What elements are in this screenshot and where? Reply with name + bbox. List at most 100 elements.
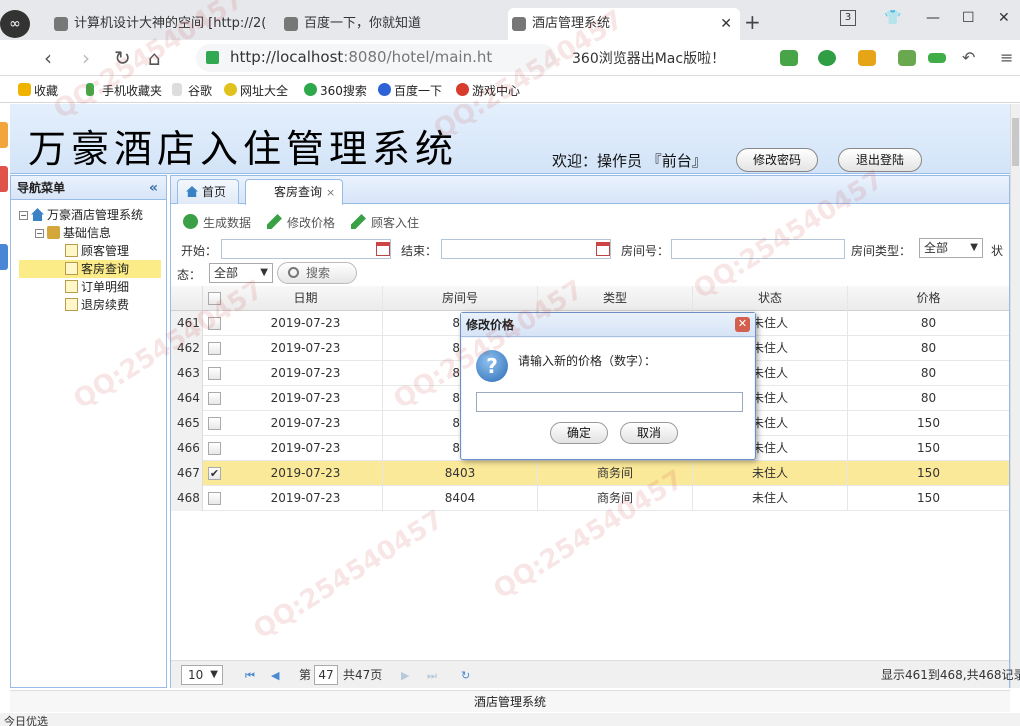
row-number: 463 xyxy=(171,361,203,386)
row-number: 462 xyxy=(171,336,203,361)
bookmark-baidu[interactable]: 百度一下 xyxy=(378,82,442,99)
tab-favicon-icon xyxy=(284,17,298,31)
row-checkbox[interactable] xyxy=(208,442,221,455)
bookmark-games[interactable]: 游戏中心 xyxy=(456,82,520,99)
last-page-icon[interactable]: ⏭ xyxy=(427,669,437,683)
collapse-icon[interactable]: « xyxy=(149,176,158,200)
bookmark-favorites[interactable]: 收藏 xyxy=(18,82,58,99)
browser-tab-1[interactable]: 计算机设计大神的空间 [http://2( xyxy=(50,8,272,40)
bookmark-google[interactable]: 谷歌 xyxy=(172,82,212,99)
prev-page-icon[interactable]: ◀ xyxy=(271,669,279,682)
bookmark-hao[interactable]: 网址大全 xyxy=(224,82,288,99)
tab-close-icon[interactable]: × xyxy=(326,186,335,199)
room-number-input[interactable] xyxy=(671,239,845,259)
scrollbar-thumb[interactable] xyxy=(1012,118,1019,166)
new-price-input[interactable] xyxy=(476,392,743,412)
tab-close-icon[interactable]: ✕ xyxy=(720,8,732,40)
battery-icon[interactable] xyxy=(928,53,946,63)
menu-icon[interactable]: ≡ xyxy=(1000,48,1013,67)
page-size-select[interactable]: 10 ▼ xyxy=(181,665,223,685)
column-header-date[interactable]: 日期 xyxy=(229,286,383,311)
row-checkbox[interactable] xyxy=(208,492,221,505)
forward-icon[interactable]: › xyxy=(82,46,90,70)
question-icon: ? xyxy=(476,350,508,382)
folder-icon xyxy=(47,226,60,239)
strip-tab[interactable] xyxy=(0,166,8,192)
undo-icon[interactable]: ↶ xyxy=(962,48,975,67)
bookmark-mobile[interactable]: 手机收藏夹 xyxy=(86,82,162,99)
bookmark-360search[interactable]: 360搜索 xyxy=(304,82,367,99)
sidebar-item-customers[interactable]: 顾客管理 xyxy=(65,242,161,260)
row-checkbox[interactable] xyxy=(208,367,221,380)
row-checkbox[interactable] xyxy=(208,317,221,330)
browser-tab-2[interactable]: 百度一下，你就知道 xyxy=(280,8,502,40)
column-header-status[interactable]: 状态 xyxy=(693,286,848,311)
strip-tab[interactable] xyxy=(0,244,8,270)
browser-tab-3[interactable]: 酒店管理系统 ✕ xyxy=(508,8,740,40)
search-button[interactable]: 搜索 xyxy=(277,262,357,284)
translate-icon[interactable] xyxy=(818,50,836,66)
ok-button[interactable]: 确定 xyxy=(550,422,608,444)
sidebar-item-checkout[interactable]: 退房续费 xyxy=(65,296,161,314)
tab-count-badge[interactable]: 3 xyxy=(840,10,856,26)
sidebar-item-room-query[interactable]: 客房查询 xyxy=(19,260,161,278)
generate-data-button[interactable]: 生成数据 xyxy=(183,214,251,231)
shield-icon[interactable] xyxy=(858,50,876,66)
first-page-icon[interactable]: ⏮ xyxy=(245,669,255,683)
home-icon[interactable]: ⌂ xyxy=(148,46,161,70)
checkin-button[interactable]: 顾客入住 xyxy=(351,214,419,231)
end-date-input[interactable] xyxy=(441,239,611,259)
dialog-message: 请输入新的价格（数字）： xyxy=(518,354,657,368)
row-checkbox[interactable] xyxy=(208,342,221,355)
cell-type: 商务间 xyxy=(538,486,693,511)
apps-icon[interactable] xyxy=(898,50,916,66)
browser-nav-bar: ‹ › ↻ ⌂ http://localhost:8080/hotel/main… xyxy=(0,40,1020,76)
maximize-icon[interactable]: ☐ xyxy=(962,10,975,26)
grid-header: 日期 房间号 类型 状态 价格 xyxy=(171,286,1009,311)
row-checkbox[interactable] xyxy=(208,417,221,430)
shirt-icon[interactable]: 👕 xyxy=(884,10,901,26)
tab-home[interactable]: 首页 xyxy=(177,179,239,204)
change-password-button[interactable]: 修改密码 xyxy=(736,148,818,172)
page-scrollbar[interactable] xyxy=(1010,104,1020,688)
tree-root[interactable]: − 万豪酒店管理系统 xyxy=(19,206,143,224)
address-bar[interactable]: http://localhost:8080/hotel/main.ht xyxy=(196,44,556,72)
row-checkbox[interactable]: ✔ xyxy=(208,467,221,480)
minimize-icon[interactable]: — xyxy=(926,10,940,26)
cell-price: 80 xyxy=(920,316,937,330)
calendar-icon[interactable] xyxy=(376,242,390,256)
back-icon[interactable]: ‹ xyxy=(44,46,52,70)
page-number-input[interactable]: 47 xyxy=(314,665,338,685)
tree-toggle-icon[interactable]: − xyxy=(19,211,28,220)
edit-price-button[interactable]: 修改价格 xyxy=(267,214,335,231)
tab-room-query[interactable]: 客房查询 × xyxy=(245,179,343,205)
strip-tab[interactable] xyxy=(0,122,8,148)
end-label: 结束： xyxy=(401,244,438,258)
logout-button[interactable]: 退出登陆 xyxy=(838,148,922,172)
tree-group[interactable]: − 基础信息 xyxy=(35,224,111,242)
column-header-type[interactable]: 类型 xyxy=(538,286,693,311)
column-header-price[interactable]: 价格 xyxy=(848,286,1009,311)
scissors-icon[interactable] xyxy=(780,50,798,66)
column-header-room[interactable]: 房间号 xyxy=(383,286,538,311)
tree-toggle-icon[interactable]: − xyxy=(35,229,44,238)
refresh-icon[interactable]: ↻ xyxy=(461,669,470,682)
select-all-checkbox[interactable] xyxy=(208,292,221,305)
close-icon[interactable]: ✕ xyxy=(735,317,750,332)
next-page-icon[interactable]: ▶ xyxy=(401,669,409,682)
cancel-button[interactable]: 取消 xyxy=(620,422,678,444)
close-window-icon[interactable]: ✕ xyxy=(998,10,1010,26)
table-row[interactable]: 468 2019-07-23 8404 商务间 未住人 150 xyxy=(171,486,1009,511)
status-select[interactable]: 全部 ▼ xyxy=(209,263,273,283)
reload-icon[interactable]: ↻ xyxy=(114,46,131,70)
row-checkbox[interactable] xyxy=(208,392,221,405)
promo-text[interactable]: 360浏览器出Mac版啦！ xyxy=(572,48,725,68)
url-text: http://localhost:8080/hotel/main.ht xyxy=(230,48,492,66)
new-tab-icon[interactable]: + xyxy=(744,10,761,34)
sidebar-item-orders[interactable]: 订单明细 xyxy=(65,278,161,296)
calendar-icon[interactable] xyxy=(596,242,610,256)
table-row[interactable]: 467 ✔ 2019-07-23 8403 商务间 未住人 150 xyxy=(171,461,1009,486)
start-date-input[interactable] xyxy=(221,239,391,259)
room-type-select[interactable]: 全部 ▼ xyxy=(919,238,983,258)
sidebar-item-label: 顾客管理 xyxy=(81,244,130,258)
